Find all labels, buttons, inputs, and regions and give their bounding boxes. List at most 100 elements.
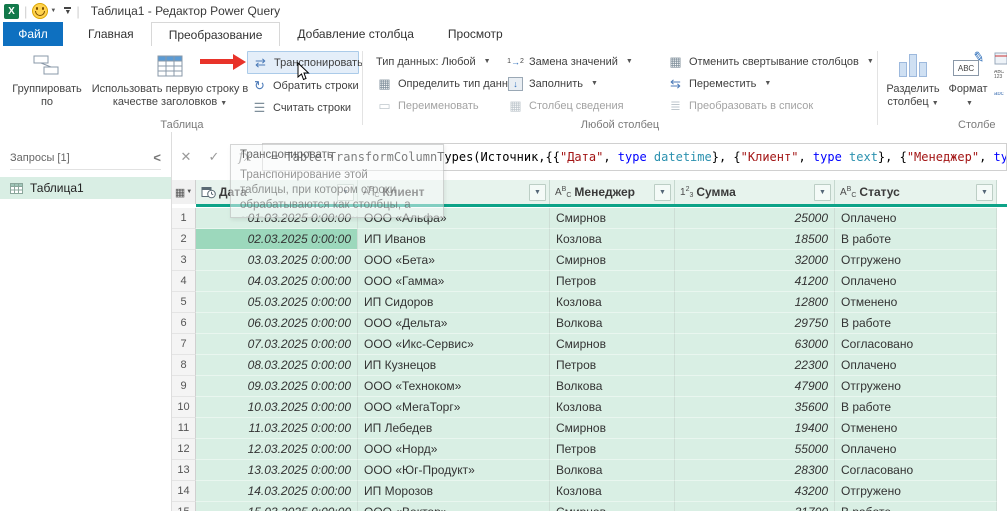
feedback-smiley-icon[interactable] [32,3,49,19]
cell-Статус[interactable]: В работе [835,502,997,511]
cell-Статус[interactable]: В работе [835,397,997,418]
cell-Менеджер[interactable]: Волкова [550,313,675,334]
filter-button-menedzher[interactable]: ▼ [654,183,671,201]
collapse-pane-icon[interactable]: < [153,150,161,165]
row-number[interactable]: 11 [172,418,196,439]
cell-Дата[interactable]: 07.03.2025 0:00:00 [196,334,358,355]
cell-Менеджер[interactable]: Волкова [550,460,675,481]
tab-home[interactable]: Главная [71,22,151,46]
cell-Менеджер[interactable]: Петров [550,271,675,292]
row-number[interactable]: 10 [172,397,196,418]
cell-Дата[interactable]: 04.03.2025 0:00:00 [196,271,358,292]
cell-Сумма[interactable]: 28300 [675,460,835,481]
row-number[interactable]: 1 [172,208,196,229]
cell-Сумма[interactable]: 29750 [675,313,835,334]
tab-transform[interactable]: Преобразование [150,22,281,47]
cell-Статус[interactable]: Согласовано [835,334,997,355]
fill-button[interactable]: ↓ Заполнить ▼ [503,73,661,94]
move-button[interactable]: ⇆ Переместить ▼ [663,73,873,94]
column-header-status[interactable]: ABC Статус ▼ [835,180,997,204]
cell-Статус[interactable]: Оплачено [835,208,997,229]
statistics-icon[interactable]: АВС 123 [994,70,1007,86]
cell-Клиент[interactable]: ООО «Норд» [358,439,550,460]
cell-Статус[interactable]: Оплачено [835,355,997,376]
cell-Статус[interactable]: Отгружено [835,376,997,397]
cell-Сумма[interactable]: 25000 [675,208,835,229]
cell-Клиент[interactable]: ООО «Дельта» [358,313,550,334]
cell-Сумма[interactable]: 19400 [675,418,835,439]
group-by-button[interactable]: Группировать по [6,49,88,109]
row-number[interactable]: 8 [172,355,196,376]
cell-Сумма[interactable]: 31700 [675,502,835,511]
filter-button-klient[interactable]: ▼ [529,183,546,201]
cell-Клиент[interactable]: ООО «Техноком» [358,376,550,397]
cell-Дата[interactable]: 14.03.2025 0:00:00 [196,481,358,502]
column-header-summa[interactable]: 123 Сумма ▼ [675,180,835,204]
cell-Сумма[interactable]: 32000 [675,250,835,271]
column-header-menedzher[interactable]: ABC Менеджер ▼ [550,180,675,204]
cell-Менеджер[interactable]: Петров [550,439,675,460]
cell-Дата[interactable]: 05.03.2025 0:00:00 [196,292,358,313]
cell-Статус[interactable]: Отгружено [835,250,997,271]
tab-add-column[interactable]: Добавление столбца [280,22,431,46]
row-number[interactable]: 14 [172,481,196,502]
cell-Менеджер[interactable]: Смирнов [550,334,675,355]
cancel-formula-button[interactable]: ✕ [172,149,200,165]
query-item-tablica1[interactable]: Таблица1 [0,177,171,199]
cell-Сумма[interactable]: 12800 [675,292,835,313]
cell-Клиент[interactable]: ИП Сидоров [358,292,550,313]
tab-file[interactable]: Файл [3,22,63,46]
cell-Клиент[interactable]: ИП Лебедев [358,418,550,439]
count-rows-button[interactable]: ☰ Считать строки [247,97,359,118]
replace-values-button[interactable]: 1 → 2 Замена значений ▼ [503,51,661,72]
row-number[interactable]: 2 [172,229,196,250]
row-number[interactable]: 9 [172,376,196,397]
cell-Клиент[interactable]: ИП Иванов [358,229,550,250]
table-select-button[interactable]: ▦ ▼ [172,180,196,204]
cell-Статус[interactable]: Отгружено [835,481,997,502]
data-type-button[interactable]: Тип данных: Любой ▼ [372,51,504,72]
cell-Менеджер[interactable]: Козлова [550,397,675,418]
cell-Дата[interactable]: 06.03.2025 0:00:00 [196,313,358,334]
cell-Клиент[interactable]: ООО «Вектор» [358,502,550,511]
cell-Статус[interactable]: Отменено [835,418,997,439]
cell-Дата[interactable]: 08.03.2025 0:00:00 [196,355,358,376]
format-button[interactable]: АВС ✎ Формат ▼ [943,48,993,110]
cell-Дата[interactable]: 11.03.2025 0:00:00 [196,418,358,439]
tab-view[interactable]: Просмотр [431,22,520,46]
cell-Менеджер[interactable]: Смирнов [550,502,675,511]
cell-Клиент[interactable]: ООО «МегаТорг» [358,397,550,418]
cell-Дата[interactable]: 13.03.2025 0:00:00 [196,460,358,481]
detect-data-type-button[interactable]: ▦ Определить тип данных [372,73,521,94]
cell-Сумма[interactable]: 63000 [675,334,835,355]
row-number[interactable]: 6 [172,313,196,334]
cell-Статус[interactable]: Оплачено [835,271,997,292]
customize-toolbar-icon[interactable]: ▼ [64,7,72,16]
cell-Клиент[interactable]: ООО «Бета» [358,250,550,271]
filter-button-summa[interactable]: ▼ [814,183,831,201]
row-number[interactable]: 7 [172,334,196,355]
extract-icon[interactable] [994,52,1007,66]
parse-icon[interactable]: abc [994,92,1007,106]
cell-Менеджер[interactable]: Волкова [550,376,675,397]
cell-Менеджер[interactable]: Смирнов [550,208,675,229]
cell-Клиент[interactable]: ООО «Юг-Продукт» [358,460,550,481]
cell-Сумма[interactable]: 22300 [675,355,835,376]
filter-button-status[interactable]: ▼ [976,183,993,201]
cell-Клиент[interactable]: ООО «Гамма» [358,271,550,292]
cell-Клиент[interactable]: ИП Морозов [358,481,550,502]
cell-Статус[interactable]: В работе [835,313,997,334]
cell-Менеджер[interactable]: Петров [550,355,675,376]
split-column-button[interactable]: Разделить столбец ▼ [883,49,943,110]
cell-Статус[interactable]: Согласовано [835,460,997,481]
row-number[interactable]: 13 [172,460,196,481]
cell-Клиент[interactable]: ООО «Икс-Сервис» [358,334,550,355]
cell-Дата[interactable]: 10.03.2025 0:00:00 [196,397,358,418]
cell-Дата[interactable]: 15.03.2025 0:00:00 [196,502,358,511]
cell-Клиент[interactable]: ИП Кузнецов [358,355,550,376]
cell-Дата[interactable]: 12.03.2025 0:00:00 [196,439,358,460]
row-number[interactable]: 5 [172,292,196,313]
cell-Менеджер[interactable]: Смирнов [550,418,675,439]
cell-Сумма[interactable]: 55000 [675,439,835,460]
cell-Статус[interactable]: В работе [835,229,997,250]
